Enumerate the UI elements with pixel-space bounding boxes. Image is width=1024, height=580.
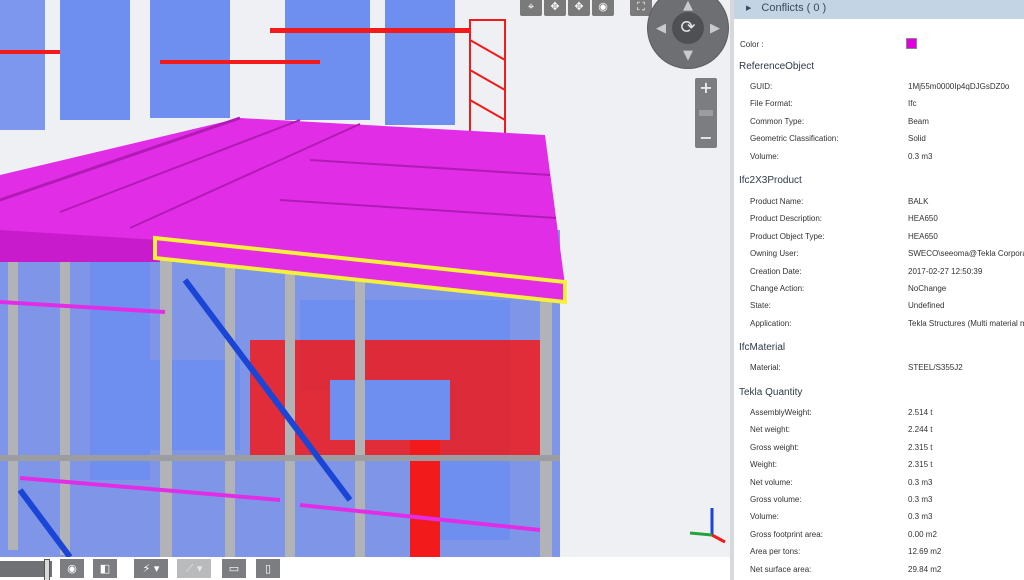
property-value: Tekla Structures (Multi material m: [908, 318, 1024, 328]
fullscreen-icon[interactable]: ⛶: [630, 0, 652, 16]
property-key: Geometric Classification:: [750, 134, 839, 144]
property-key: Product Description:: [750, 214, 823, 224]
measure-button[interactable]: ⟋ ▾: [177, 559, 211, 578]
zoom-control[interactable]: + −: [695, 78, 717, 148]
section-title[interactable]: IfcMaterial: [739, 342, 785, 353]
property-value: Solid: [908, 134, 926, 144]
property-key: Net volume:: [750, 477, 793, 487]
property-value: 2.315 t: [908, 460, 933, 470]
property-key: Application:: [750, 318, 792, 328]
section-title[interactable]: Tekla Quantity: [739, 387, 802, 398]
property-value: Undefined: [908, 301, 945, 311]
model-viewport[interactable]: ⌖ ✥ ✥ ◉ ⛶ ▲ ▼ ◀ ▶ ⟳ + − ◉ ◧ ⚡ ▾ ⟋ ▾ ▭ ▯: [0, 0, 730, 580]
zoom-thumb[interactable]: [699, 110, 713, 116]
property-key: File Format:: [750, 99, 793, 109]
property-value: HEA650: [908, 231, 938, 241]
pan-icon[interactable]: ✥: [544, 0, 566, 16]
property-key: Common Type:: [750, 116, 805, 126]
property-value: 2.244 t: [908, 425, 933, 435]
property-value: 0.3 m3: [908, 495, 933, 504]
property-key: Product Object Type:: [750, 231, 825, 241]
property-key: Gross volume:: [750, 495, 802, 504]
property-value: Beam: [908, 116, 929, 126]
property-value: 29.84 m2: [908, 564, 942, 574]
property-value: BALK: [908, 197, 929, 206]
rotate-icon[interactable]: ⟳: [672, 12, 704, 44]
property-key: GUID:: [750, 82, 773, 91]
property-key: AssemblyWeight:: [750, 408, 812, 417]
property-key: Net surface area:: [750, 564, 812, 574]
section-box-button[interactable]: ◧: [93, 559, 117, 578]
property-key: Volume:: [750, 512, 779, 522]
property-key: Owning User:: [750, 249, 799, 259]
visibility-icon: ◉: [67, 562, 77, 575]
conflicts-label: Conflicts ( 0 ): [761, 2, 827, 14]
transparency-slider-thumb[interactable]: [44, 559, 50, 580]
measure-icon: ⟋ ▾: [185, 562, 203, 575]
comment-button[interactable]: ▭: [222, 559, 246, 578]
property-key: Area per tons:: [750, 547, 801, 557]
zoom-slider[interactable]: [695, 98, 717, 128]
property-key: Net weight:: [750, 425, 791, 435]
view-tools: ⌖ ✥ ✥ ◉ ⛶: [520, 0, 654, 16]
property-value: SWECO\seeoma@Tekla Corporat: [908, 249, 1024, 259]
property-key: Product Name:: [750, 197, 804, 206]
property-value: NoChange: [908, 284, 947, 293]
properties-panel: ▶ Conflicts ( 0 ) Color : ReferenceObject…: [730, 0, 1024, 580]
property-key: Change Action:: [750, 284, 805, 293]
property-value: 2.514 t: [908, 408, 933, 417]
move-icon[interactable]: ✥: [568, 0, 590, 16]
property-value: Ifc: [908, 99, 917, 109]
property-value: 1Mj55m0000Ip4qDJGsDZ0o: [908, 82, 1010, 91]
property-key: Gross footprint area:: [750, 529, 823, 539]
property-value: STEEL/S355J2: [908, 363, 963, 372]
property-value: HEA650: [908, 214, 938, 224]
3d-model-scene[interactable]: [0, 0, 730, 580]
zoom-in-button[interactable]: +: [695, 78, 717, 98]
lightning-button[interactable]: ⚡ ▾: [134, 559, 168, 578]
visibility-button[interactable]: ◉: [60, 559, 84, 578]
property-value: 2017-02-27 12:50:39: [908, 266, 983, 276]
property-key: Material:: [750, 363, 781, 372]
document-icon: ▯: [264, 562, 272, 575]
section-title[interactable]: ReferenceObject: [739, 61, 814, 72]
section-box-icon: ◧: [99, 562, 111, 575]
property-key: Weight:: [750, 460, 777, 470]
property-value: 0.3 m3: [908, 512, 933, 522]
property-key: Creation Date:: [750, 266, 802, 276]
color-label: Color :: [740, 40, 764, 49]
property-value: 2.315 t: [908, 442, 933, 452]
section-title[interactable]: Ifc2X3Product: [739, 175, 802, 186]
property-key: Volume:: [750, 151, 779, 161]
document-button[interactable]: ▯: [256, 559, 280, 578]
color-swatch[interactable]: [906, 38, 917, 49]
property-value: 0.3 m3: [908, 477, 933, 487]
property-value: 12.69 m2: [908, 547, 942, 557]
property-value: 0.00 m2: [908, 529, 937, 539]
lightning-icon: ⚡ ▾: [142, 562, 160, 575]
property-key: State:: [750, 301, 771, 311]
property-key: Gross weight:: [750, 442, 799, 452]
select-icon[interactable]: ⌖: [520, 0, 542, 16]
look-icon[interactable]: ◉: [592, 0, 614, 16]
zoom-out-button[interactable]: −: [695, 128, 717, 148]
bottom-toolbar: ◉ ◧ ⚡ ▾ ⟋ ▾ ▭ ▯: [0, 557, 730, 580]
property-value: 0.3 m3: [908, 151, 933, 161]
conflicts-header[interactable]: ▶ Conflicts ( 0 ): [734, 0, 1024, 19]
comment-icon: ▭: [228, 562, 240, 575]
expand-triangle-icon[interactable]: ▶: [746, 5, 751, 12]
